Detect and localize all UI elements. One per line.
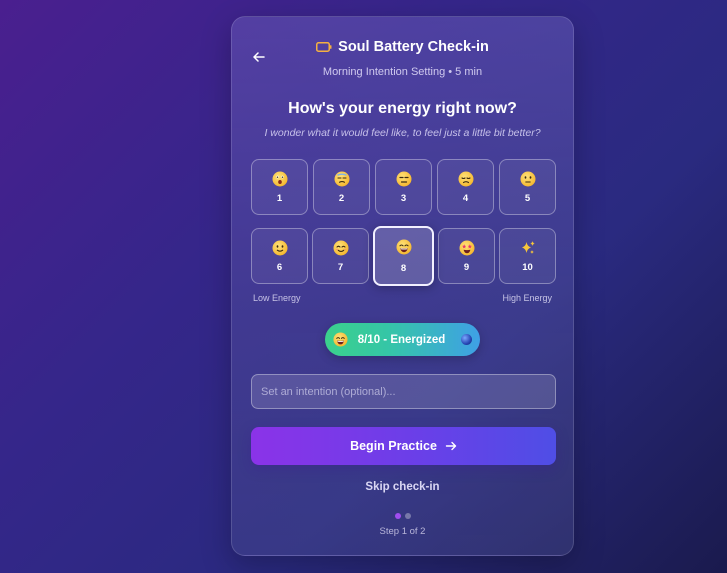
energy-option-label: 6 (276, 261, 283, 273)
energy-option-label: 1 (276, 192, 283, 204)
energy-option-6[interactable]: 6 (251, 228, 308, 284)
star-struck-face-icon (459, 240, 474, 255)
energy-option-label: 7 (337, 261, 344, 273)
high-energy-label: High Energy (502, 293, 552, 303)
intention-input[interactable] (251, 374, 556, 409)
page-subtitle: Morning Intention Setting • 5 min (322, 66, 483, 78)
energy-row-1: 1 2 3 4 5 (251, 159, 556, 215)
step-dot-2 (404, 513, 411, 519)
energy-option-3[interactable]: 3 (375, 159, 432, 215)
page-title: Soul Battery Check-in (338, 39, 489, 55)
energy-question: How's your energy right now? (288, 100, 517, 117)
energy-option-9[interactable]: 9 (438, 228, 495, 284)
energy-option-7[interactable]: 7 (312, 228, 369, 284)
disappointed-face-icon (458, 171, 473, 186)
energy-option-label: 9 (463, 261, 470, 273)
energy-option-5[interactable]: 5 (499, 159, 556, 215)
energy-option-label: 4 (462, 192, 469, 204)
energy-subtext: I wonder what it would feel like, to fee… (264, 127, 541, 139)
slight-smile-face-icon (272, 240, 287, 255)
battery-icon (316, 42, 332, 52)
energy-option-label: 5 (524, 192, 531, 204)
energy-option-label: 10 (522, 261, 533, 273)
skip-checkin-link[interactable]: Skip check-in (232, 481, 573, 493)
grinning-face-icon (333, 332, 348, 347)
smiling-face-icon (333, 240, 348, 255)
unamused-face-icon (396, 171, 411, 186)
low-energy-label: Low Energy (253, 293, 301, 303)
neutral-face-icon (520, 171, 535, 186)
energy-option-8[interactable]: 8 (373, 226, 434, 286)
arrow-right-icon (445, 441, 457, 451)
energy-level-grid: 1 2 3 4 5 6 7 8 9 10 (251, 159, 556, 286)
energy-status-pill: 8/10 - Energized (325, 323, 480, 356)
begin-practice-button[interactable]: Begin Practice (251, 427, 556, 465)
energy-option-10[interactable]: 10 (499, 228, 556, 284)
begin-practice-label: Begin Practice (350, 439, 437, 453)
energy-option-1[interactable]: 1 (251, 159, 308, 215)
step-indicator (232, 513, 573, 519)
energy-row-2: 6 7 8 9 10 (251, 226, 556, 286)
energy-option-label: 8 (400, 262, 407, 274)
step-dot-1 (394, 513, 401, 519)
tired-face-icon (334, 171, 349, 186)
astonished-face-icon (272, 171, 287, 186)
energy-option-4[interactable]: 4 (437, 159, 494, 215)
energy-option-label: 2 (338, 192, 345, 204)
grinning-face-icon (396, 239, 411, 254)
header: Soul Battery Check-in (232, 39, 573, 55)
checkin-card: Soul Battery Check-in Morning Intention … (231, 16, 574, 556)
energy-option-label: 3 (400, 192, 407, 204)
energy-option-2[interactable]: 2 (313, 159, 370, 215)
sparkles-icon (521, 240, 535, 254)
energy-scale-labels: Low Energy High Energy (253, 293, 552, 303)
energy-status-text: 8/10 - Energized (357, 333, 446, 346)
step-label: Step 1 of 2 (379, 526, 426, 537)
energy-orb-icon (461, 334, 473, 345)
